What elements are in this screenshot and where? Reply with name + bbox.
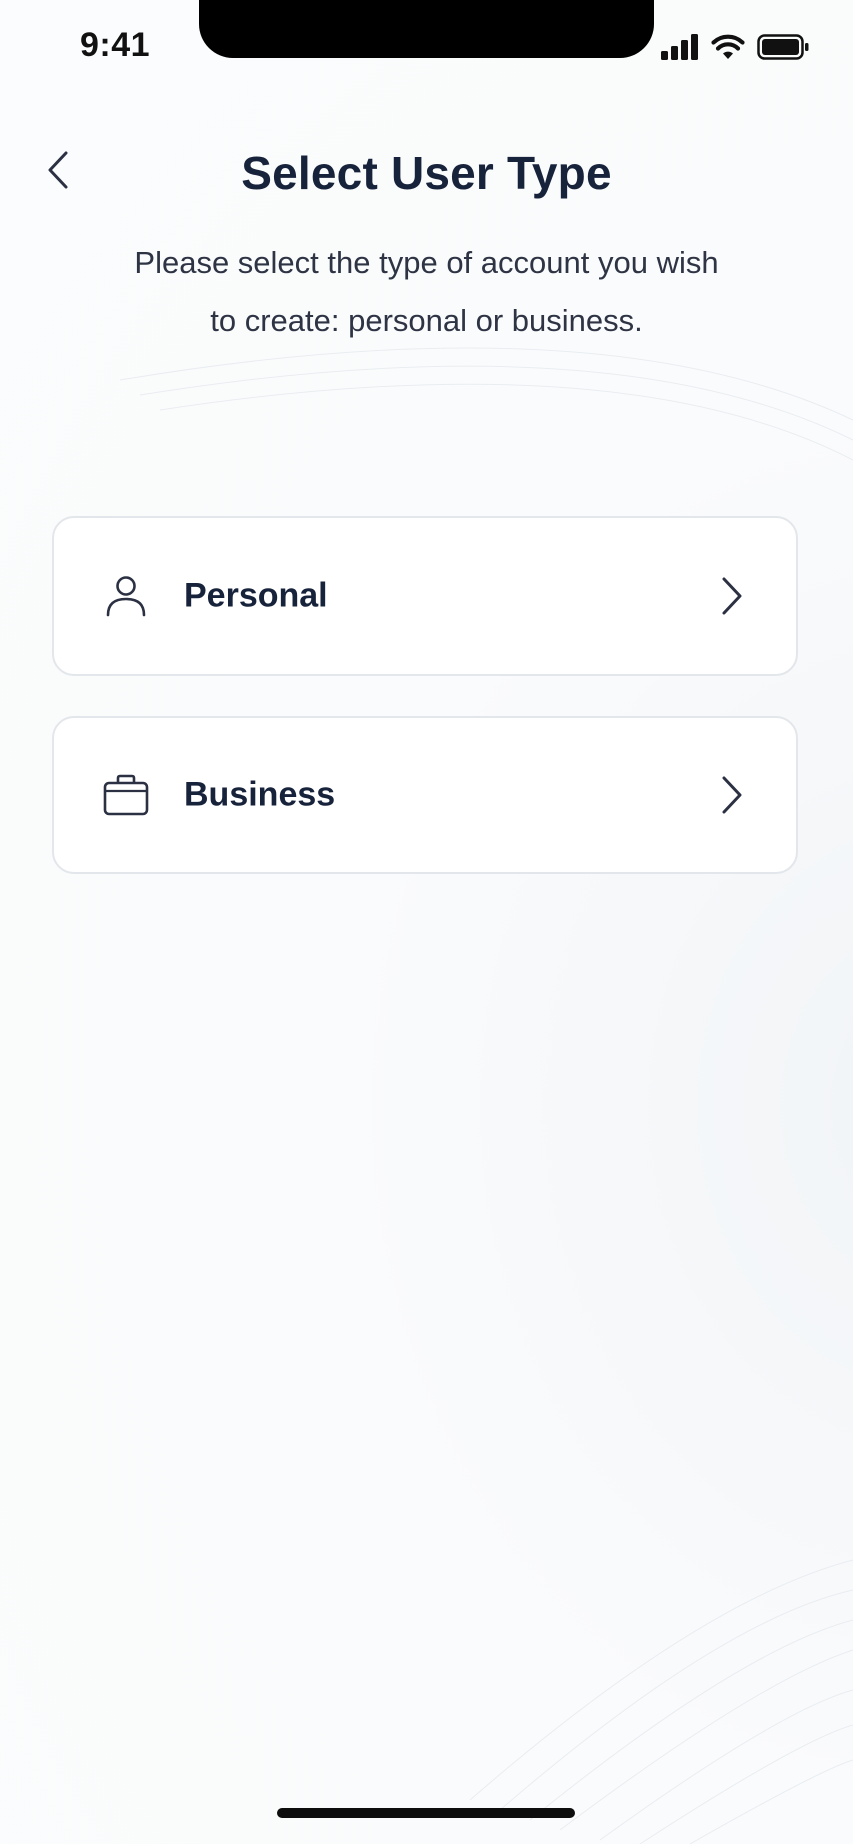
cellular-signal-icon	[661, 33, 699, 65]
briefcase-icon	[100, 769, 152, 821]
home-indicator[interactable]	[277, 1808, 575, 1818]
business-option-card[interactable]: Business	[52, 716, 798, 874]
person-icon	[100, 570, 152, 622]
status-bar: 9:41	[0, 0, 853, 100]
page-title: Select User Type	[241, 147, 612, 199]
device-notch	[199, 0, 654, 58]
chevron-right-icon	[716, 574, 746, 618]
battery-icon	[757, 33, 809, 65]
select-user-type-screen: 9:41 Select User Type Please select the …	[0, 0, 853, 1844]
business-option-label: Business	[184, 775, 336, 814]
page-subtitle: Please select the type of account you wi…	[134, 245, 719, 338]
status-icons	[661, 32, 809, 66]
personal-option-label: Personal	[184, 576, 328, 615]
wifi-icon	[711, 34, 745, 65]
personal-option-card[interactable]: Personal	[52, 516, 798, 676]
chevron-right-icon	[716, 773, 746, 817]
status-time: 9:41	[80, 26, 151, 64]
